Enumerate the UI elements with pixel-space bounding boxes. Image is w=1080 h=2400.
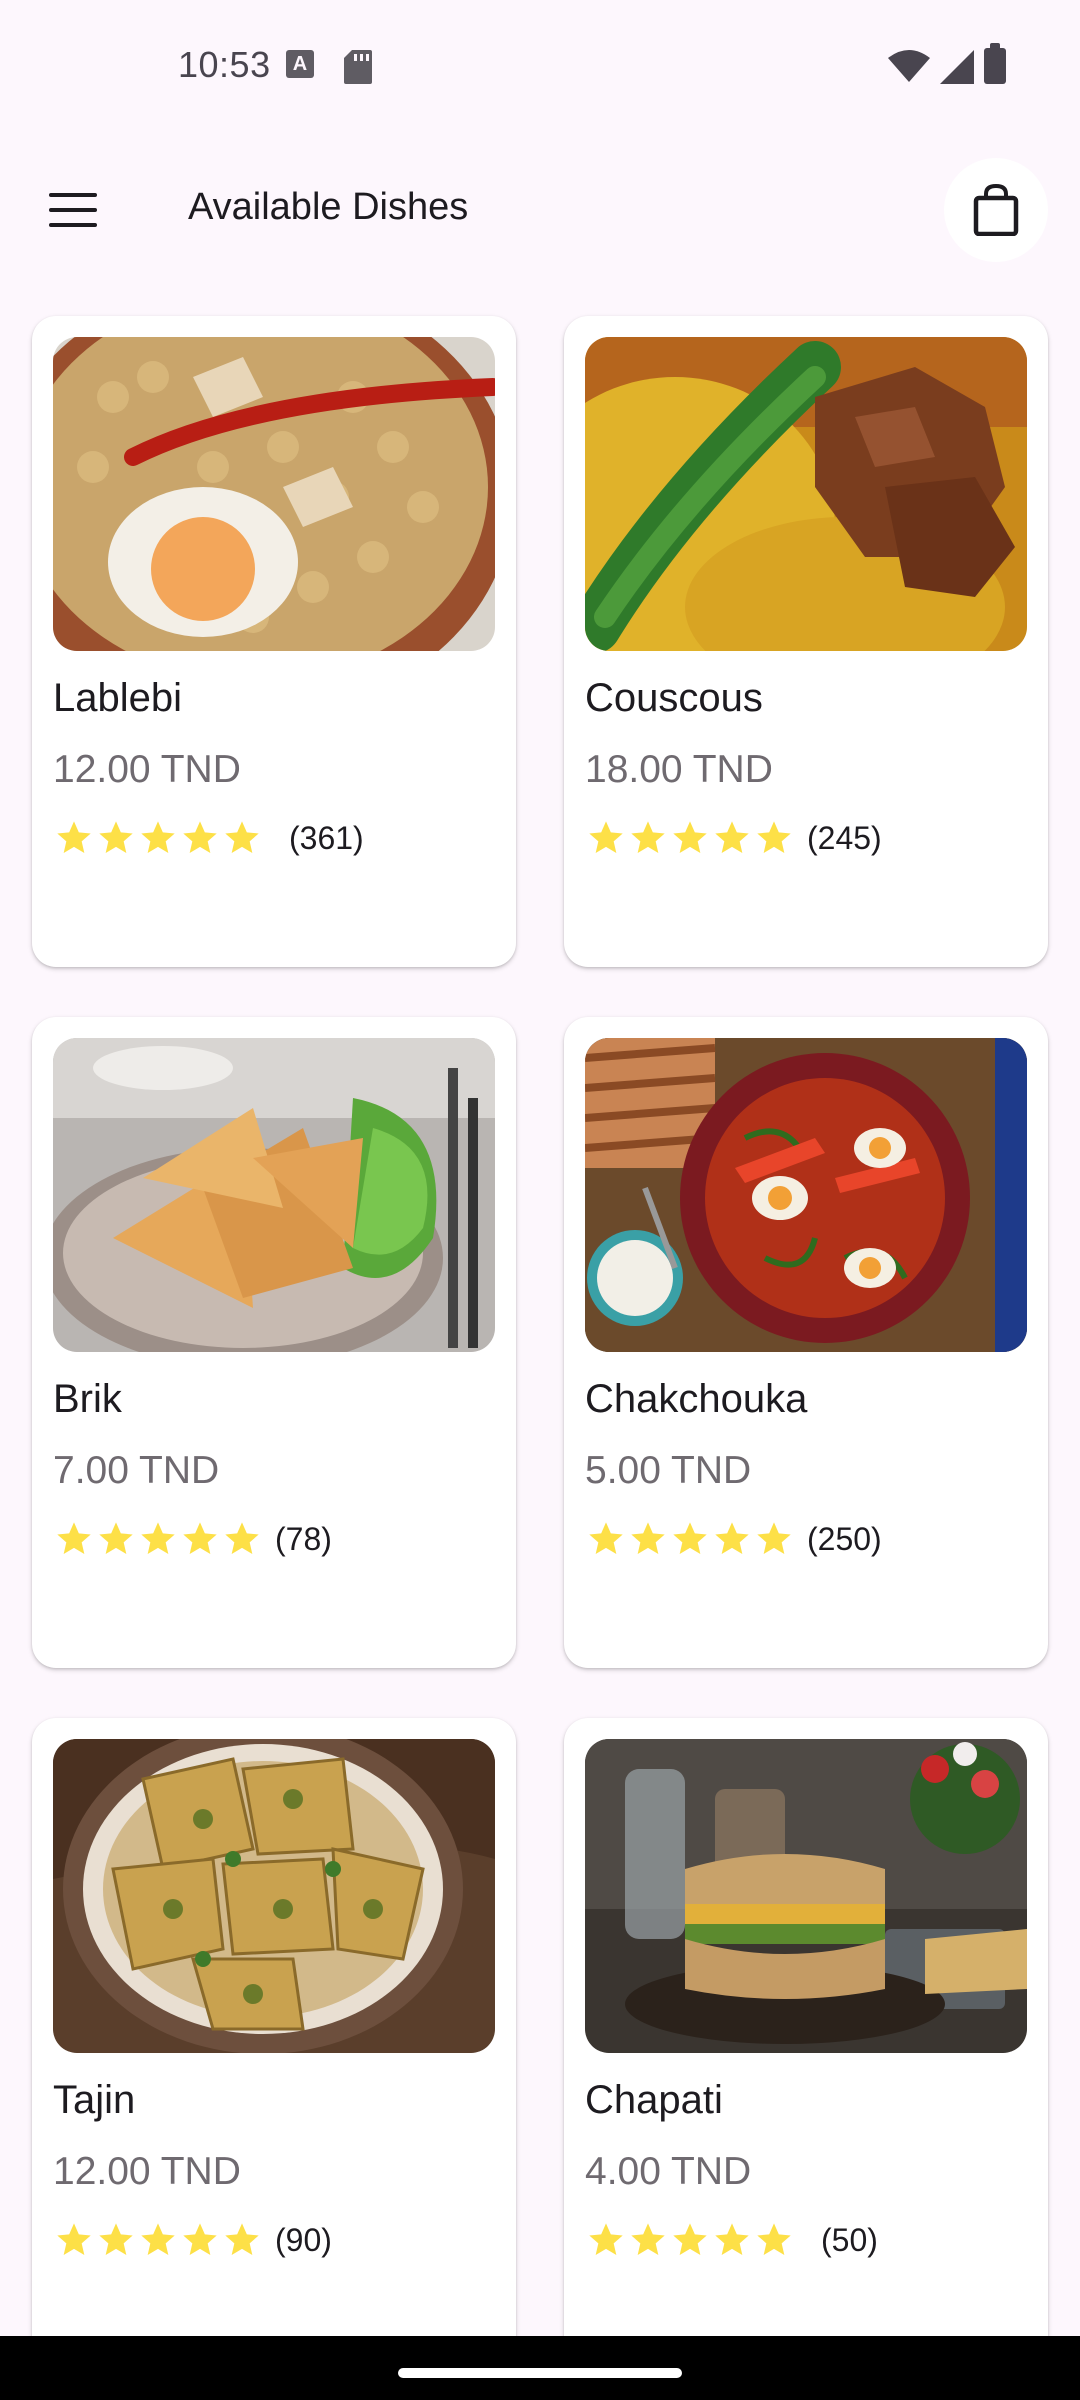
star-icon [225, 2223, 259, 2255]
star-rating [53, 2220, 263, 2260]
dish-image-couscous [585, 337, 1027, 651]
dish-price: 12.00 TND [53, 748, 241, 791]
star-icon [183, 1522, 217, 1554]
rating-count: (245) [807, 819, 882, 856]
dish-price: 7.00 TND [53, 1449, 220, 1492]
star-icon [141, 821, 175, 853]
star-icon [183, 2223, 217, 2255]
dish-image-chapati [585, 1739, 1027, 2053]
dish-rating: (50) [585, 2218, 878, 2262]
star-icon [631, 821, 665, 853]
dish-image-lablebi [53, 337, 495, 651]
home-gesture-handle[interactable] [398, 2368, 682, 2378]
star-icon [757, 1522, 791, 1554]
star-icon [673, 1522, 707, 1554]
star-rating [585, 2220, 795, 2260]
star-rating [585, 818, 795, 858]
dish-rating: (78) [53, 1517, 332, 1561]
star-icon [673, 2223, 707, 2255]
signal-icon [940, 50, 974, 89]
hamburger-menu-icon [49, 193, 97, 227]
dish-name: Tajin [53, 2078, 136, 2122]
dish-name: Chapati [585, 2078, 723, 2122]
star-rating [53, 1519, 263, 1559]
star-icon [673, 821, 707, 853]
dish-name: Brik [53, 1377, 122, 1421]
star-icon [589, 821, 623, 853]
rating-count: (50) [821, 2221, 878, 2258]
app-bar: Available Dishes [0, 140, 1080, 280]
dish-price: 18.00 TND [585, 748, 773, 791]
dish-card-couscous[interactable]: Couscous 18.00 TND (245) [564, 316, 1048, 967]
star-icon [99, 821, 133, 853]
star-icon [757, 821, 791, 853]
sd-card-icon [344, 50, 372, 84]
shopping-bag-icon [973, 184, 1019, 236]
cart-button[interactable] [944, 158, 1048, 262]
star-icon [589, 1522, 623, 1554]
dish-rating: (361) [53, 816, 364, 860]
dish-name: Chakchouka [585, 1377, 808, 1421]
star-rating [53, 818, 263, 858]
star-icon [757, 2223, 791, 2255]
status-time: 10:53 [178, 44, 271, 85]
dish-rating: (250) [585, 1517, 882, 1561]
star-icon [715, 821, 749, 853]
star-icon [631, 1522, 665, 1554]
system-nav-bar [0, 2336, 1080, 2400]
star-icon [57, 1522, 91, 1554]
dish-card-tajin[interactable]: Tajin 12.00 TND (90) [32, 1718, 516, 2369]
dish-image-chakchouka [585, 1038, 1027, 1352]
dish-rating: (245) [585, 816, 882, 860]
star-icon [631, 2223, 665, 2255]
rating-count: (90) [275, 2221, 332, 2258]
dish-rating: (90) [53, 2218, 332, 2262]
rating-count: (361) [289, 819, 364, 856]
dish-image-tajin [53, 1739, 495, 2053]
star-icon [57, 2223, 91, 2255]
star-icon [141, 1522, 175, 1554]
star-icon [225, 1522, 259, 1554]
star-icon [589, 2223, 623, 2255]
star-icon [99, 1522, 133, 1554]
rating-count: (78) [275, 1520, 332, 1557]
menu-button[interactable] [40, 182, 106, 238]
star-icon [225, 821, 259, 853]
star-icon [715, 2223, 749, 2255]
star-icon [183, 821, 217, 853]
dish-card-chapati[interactable]: Chapati 4.00 TND (50) [564, 1718, 1048, 2369]
star-icon [57, 821, 91, 853]
page-title: Available Dishes [188, 186, 469, 228]
battery-icon [984, 43, 1006, 84]
dish-image-brik [53, 1038, 495, 1352]
dish-name: Couscous [585, 676, 763, 720]
star-icon [99, 2223, 133, 2255]
dish-name: Lablebi [53, 676, 183, 720]
dish-card-brik[interactable]: Brik 7.00 TND (78) [32, 1017, 516, 1668]
star-icon [141, 2223, 175, 2255]
accessibility-a-icon [286, 50, 314, 78]
dish-price: 12.00 TND [53, 2150, 241, 2193]
dish-card-lablebi[interactable]: Lablebi 12.00 TND (361) [32, 316, 516, 967]
dish-price: 5.00 TND [585, 1449, 752, 1492]
wifi-icon [888, 50, 930, 87]
status-bar: 10:53 [0, 0, 1080, 135]
star-icon [715, 1522, 749, 1554]
dish-price: 4.00 TND [585, 2150, 752, 2193]
star-rating [585, 1519, 795, 1559]
dish-card-chakchouka[interactable]: Chakchouka 5.00 TND (250) [564, 1017, 1048, 1668]
rating-count: (250) [807, 1520, 882, 1557]
